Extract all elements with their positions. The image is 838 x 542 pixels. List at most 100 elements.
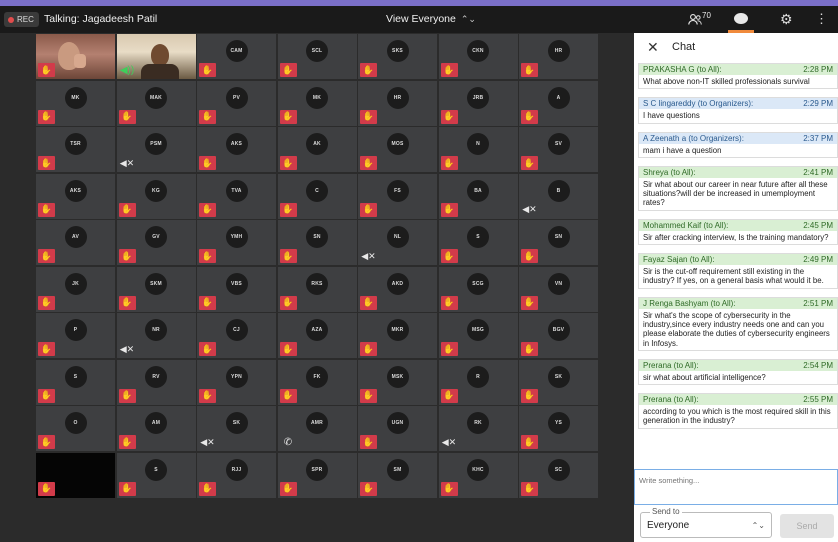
participant-tile[interactable]: KHC ✋ bbox=[438, 452, 518, 498]
participant-tile[interactable]: AV ✋ bbox=[36, 220, 115, 265]
participant-tile[interactable]: N ✋ bbox=[438, 127, 518, 172]
participant-tile[interactable]: SC ✋ bbox=[519, 452, 598, 498]
participant-tile[interactable]: FS ✋ bbox=[358, 173, 437, 219]
participant-tile[interactable]: JRB ✋ bbox=[438, 80, 518, 126]
send-button[interactable]: Send bbox=[780, 514, 834, 538]
participant-tile[interactable]: MK ✋ bbox=[36, 80, 115, 126]
chat-sender: Mohammed Kaif (to All): bbox=[643, 220, 729, 230]
participant-tile[interactable]: S ✋ bbox=[116, 452, 196, 498]
participant-tile[interactable]: CKN ✋ bbox=[438, 34, 518, 79]
participant-tile[interactable]: AK ✋ bbox=[277, 127, 357, 172]
chat-message-list[interactable]: PRAKASHA G (to All): 2:28 PM What above no… bbox=[638, 63, 838, 483]
participant-tile[interactable]: SV ✋ bbox=[519, 127, 598, 172]
chat-sender: PRAKASHA G (to All): bbox=[643, 65, 722, 74]
participant-tile[interactable]: FK ✋ bbox=[277, 359, 357, 405]
mic-muted-icon: ✋ bbox=[199, 109, 216, 124]
participant-tile[interactable]: AZA ✋ bbox=[277, 313, 357, 358]
close-icon[interactable]: ✕ bbox=[647, 39, 659, 56]
participant-tile[interactable]: S ✋ bbox=[438, 220, 518, 265]
participant-tile[interactable]: MSG ✋ bbox=[438, 313, 518, 358]
participant-tile[interactable]: YPN ✋ bbox=[197, 359, 276, 405]
participant-count: 70 bbox=[702, 11, 711, 20]
chat-toggle-button[interactable] bbox=[728, 9, 754, 33]
participant-tile[interactable]: ✋ bbox=[36, 452, 115, 498]
participant-tile[interactable]: MKR ✋ bbox=[358, 313, 437, 358]
gear-icon[interactable]: ⚙ bbox=[780, 11, 793, 28]
participant-tile[interactable]: KG ✋ bbox=[116, 173, 196, 219]
participant-tile[interactable]: CAM ✋ bbox=[197, 34, 276, 79]
participant-tile[interactable]: SN ✋ bbox=[519, 220, 598, 265]
more-options-icon[interactable]: ⋮ bbox=[815, 11, 828, 27]
participant-tile[interactable]: GV ✋ bbox=[116, 220, 196, 265]
participant-tile[interactable]: AKS ✋ bbox=[197, 127, 276, 172]
participant-tile[interactable]: C ✋ bbox=[277, 173, 357, 219]
participant-tile[interactable]: RKS ✋ bbox=[277, 266, 357, 312]
chat-message-text: Sir after cracking interview, Is the tra… bbox=[643, 232, 829, 242]
participant-tile[interactable]: RV ✋ bbox=[116, 359, 196, 405]
participant-tile[interactable]: SKS ✋ bbox=[358, 34, 437, 79]
chat-message: Shreya (to All): 2:41 PM Sir what about ou… bbox=[638, 165, 838, 211]
participant-tile[interactable]: CJ ✋ bbox=[197, 313, 276, 358]
participant-tile[interactable]: VBS ✋ bbox=[197, 266, 276, 312]
participant-tile[interactable]: PSM ◀✕ bbox=[116, 127, 196, 172]
chat-message: Prerana (to All): 2:54 PM sir what about a… bbox=[638, 358, 838, 386]
participant-tile[interactable]: TSR ✋ bbox=[36, 127, 115, 172]
avatar: RV bbox=[145, 365, 167, 388]
participant-tile[interactable]: ✋ bbox=[36, 34, 115, 79]
participant-tile[interactable]: S ✋ bbox=[36, 359, 115, 405]
view-selector[interactable]: View Everyone ⌃⌄ bbox=[386, 13, 476, 25]
participant-tile[interactable]: NR ◀✕ bbox=[116, 313, 196, 358]
participant-tile[interactable]: SCG ✋ bbox=[438, 266, 518, 312]
participant-tile[interactable]: MK ✋ bbox=[277, 80, 357, 126]
avatar: S bbox=[467, 226, 489, 248]
recording-badge[interactable]: REC bbox=[4, 12, 39, 27]
participant-tile[interactable]: ◀)) bbox=[116, 34, 196, 79]
participant-tile[interactable]: VN ✋ bbox=[519, 266, 598, 312]
avatar: RKS bbox=[306, 272, 328, 295]
participant-tile[interactable]: NL ◀✕ bbox=[358, 220, 437, 265]
chat-message-input[interactable] bbox=[635, 472, 837, 506]
participant-tile[interactable]: YMH ✋ bbox=[197, 220, 276, 265]
participant-tile[interactable]: YS ✋ bbox=[519, 406, 598, 451]
participant-tile[interactable]: UGN ✋ bbox=[358, 406, 437, 451]
participant-tile[interactable]: MSK ✋ bbox=[358, 359, 437, 405]
participant-tile[interactable]: SK ✋ bbox=[519, 359, 598, 405]
participant-tile[interactable]: B ◀✕ bbox=[519, 173, 598, 219]
participant-tile[interactable]: BGV ✋ bbox=[519, 313, 598, 358]
participant-tile[interactable]: SN ✋ bbox=[277, 220, 357, 265]
participant-tile[interactable]: TVA ✋ bbox=[197, 173, 276, 219]
participant-tile[interactable]: PV ✋ bbox=[197, 80, 276, 126]
participant-tile[interactable]: AKS ✋ bbox=[36, 173, 115, 219]
participant-tile[interactable]: SKM ✋ bbox=[116, 266, 196, 312]
participant-tile[interactable]: BA ✋ bbox=[438, 173, 518, 219]
participant-tile[interactable]: R ✋ bbox=[438, 359, 518, 405]
chat-compose-box[interactable] bbox=[634, 469, 838, 506]
participant-tile[interactable]: P ✋ bbox=[36, 313, 115, 358]
participant-tile[interactable]: O ✋ bbox=[36, 406, 115, 451]
participant-tile[interactable]: JK ✋ bbox=[36, 266, 115, 312]
participants-button[interactable]: 70 bbox=[688, 10, 714, 30]
participant-tile[interactable]: MOS ✋ bbox=[358, 127, 437, 172]
avatar: BGV bbox=[547, 319, 570, 341]
participant-tile[interactable]: RK ◀✕ bbox=[438, 406, 518, 451]
participant-tile[interactable]: RJJ ✋ bbox=[197, 452, 276, 498]
participant-tile[interactable]: SM ✋ bbox=[358, 452, 437, 498]
participant-tile[interactable]: AKD ✋ bbox=[358, 266, 437, 312]
chat-message-text: What above non-IT skilled professionals … bbox=[643, 77, 810, 86]
chat-timestamp: 2:29 PM bbox=[803, 99, 833, 109]
participant-tile[interactable]: A ✋ bbox=[519, 80, 598, 126]
participant-tile[interactable]: SCL ✋ bbox=[277, 34, 357, 79]
participant-tile[interactable]: HR ✋ bbox=[519, 34, 598, 79]
participant-tile[interactable]: AMR ✆ bbox=[277, 406, 357, 451]
participant-tile[interactable]: SK ◀✕ bbox=[197, 406, 276, 451]
mic-muted-icon: ✋ bbox=[199, 202, 216, 217]
chat-message: S C lingareddy (to Organizers): 2:29 PM I … bbox=[638, 97, 838, 124]
participant-tile[interactable]: SPR ✋ bbox=[277, 452, 357, 498]
chat-message-header: A Zeenath a (to Organizers): 2:37 PM bbox=[639, 132, 837, 144]
participant-tile[interactable]: MAK ✋ bbox=[116, 80, 196, 126]
mic-muted-icon: ✋ bbox=[440, 388, 458, 403]
participant-tile[interactable]: AM ✋ bbox=[116, 406, 196, 451]
people-icon bbox=[688, 14, 702, 25]
participant-tile[interactable]: HR ✋ bbox=[358, 80, 437, 126]
mic-muted-icon: ✋ bbox=[199, 481, 216, 496]
